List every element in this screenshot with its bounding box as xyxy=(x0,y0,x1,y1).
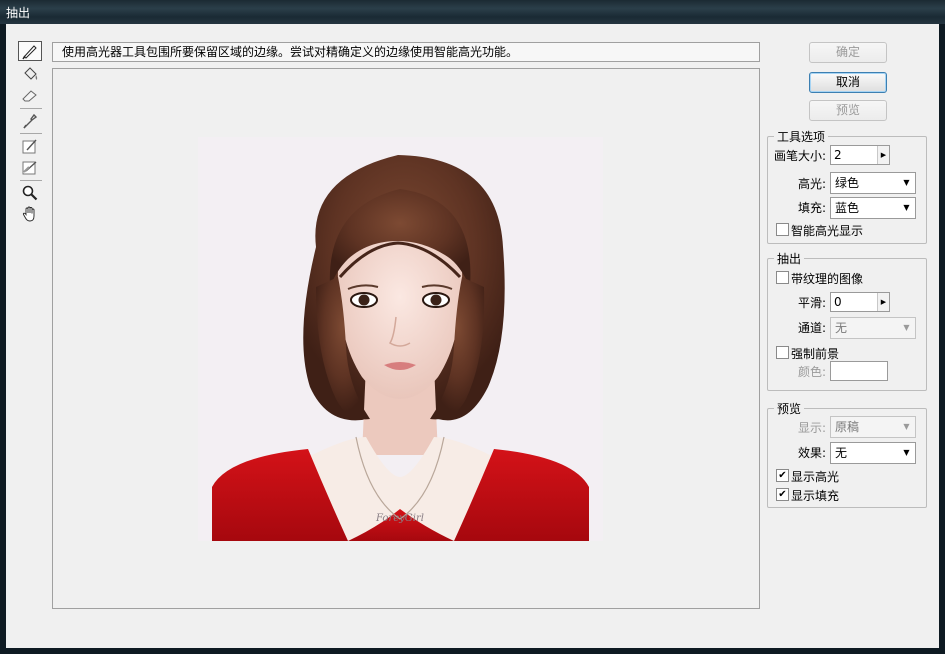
hand-tool[interactable] xyxy=(18,204,42,224)
hand-icon xyxy=(22,206,35,222)
eraser-tool[interactable] xyxy=(18,85,42,105)
preview-canvas[interactable]: ForeyGirl xyxy=(52,68,760,609)
window-title: 抽出 xyxy=(6,6,31,20)
show-fill-label: 显示填充 xyxy=(791,489,840,503)
smooth-label: 平滑: xyxy=(798,296,827,310)
tool-separator xyxy=(20,133,42,134)
show-value: 原稿 xyxy=(835,420,860,434)
fill-label: 填充: xyxy=(798,201,827,215)
effect-value: 无 xyxy=(835,446,848,460)
instruction-text: 使用高光器工具包围所要保留区域的边缘。尝试对精确定义的边缘使用智能高光功能。 xyxy=(52,42,760,62)
edge-highlighter-tool[interactable] xyxy=(18,41,42,61)
force-foreground-label: 强制前景 xyxy=(791,347,840,361)
highlight-label: 高光: xyxy=(798,177,827,191)
cancel-button[interactable]: 取消 xyxy=(809,72,887,93)
fill-tool[interactable] xyxy=(18,64,42,84)
zoom-icon xyxy=(22,185,38,201)
brush-size-label: 画笔大小: xyxy=(774,149,827,163)
cleanup-tool-icon xyxy=(22,139,37,154)
extract-dialog: 抽出 使用高光器工具包围所要保留区域的边缘。尝试对精确定义的边缘使用智能高光功能… xyxy=(0,0,945,654)
brush-size-value: 2 xyxy=(834,148,842,162)
textured-image-checkbox[interactable] xyxy=(776,271,789,284)
fill-select[interactable]: 蓝色 ▼ xyxy=(830,197,916,219)
eyedropper-icon xyxy=(23,113,38,129)
title-bar[interactable]: 抽出 xyxy=(0,0,945,24)
highlight-value: 绿色 xyxy=(835,176,860,190)
smooth-input[interactable]: 0 ▶ xyxy=(830,292,890,312)
smooth-value: 0 xyxy=(834,295,842,309)
eraser-icon xyxy=(22,90,37,102)
tool-options-legend: 工具选项 xyxy=(777,130,826,144)
fill-value: 蓝色 xyxy=(835,201,860,215)
brush-size-input[interactable]: 2 ▶ xyxy=(830,145,890,165)
zoom-tool[interactable] xyxy=(18,183,42,203)
effect-label: 效果: xyxy=(798,446,827,460)
smart-highlight-label: 智能高光显示 xyxy=(791,224,864,238)
chevron-down-icon: ▼ xyxy=(903,323,910,332)
eyedropper-tool[interactable] xyxy=(18,111,42,131)
effect-select[interactable]: 无 ▼ xyxy=(830,442,916,464)
preview-legend: 预览 xyxy=(777,402,802,416)
portrait-image: ForeyGirl xyxy=(198,137,603,541)
color-label: 颜色: xyxy=(798,365,827,379)
necklace-text: ForeyGirl xyxy=(375,513,424,524)
chevron-down-icon: ▼ xyxy=(903,422,910,431)
preview-button[interactable]: 预览 xyxy=(809,100,887,121)
edge-highlighter-icon xyxy=(22,45,37,60)
cleanup-tool[interactable] xyxy=(18,136,42,156)
force-foreground-checkbox[interactable] xyxy=(776,346,789,359)
highlight-select[interactable]: 绿色 ▼ xyxy=(830,172,916,194)
checkmark-icon: ✔ xyxy=(778,470,787,481)
tool-separator xyxy=(20,180,42,181)
dialog-body: 使用高光器工具包围所要保留区域的边缘。尝试对精确定义的边缘使用智能高光功能。 F… xyxy=(6,24,939,648)
show-select[interactable]: 原稿 ▼ xyxy=(830,416,916,438)
show-highlight-label: 显示高光 xyxy=(791,470,840,484)
color-swatch[interactable] xyxy=(830,361,888,381)
chevron-down-icon: ▼ xyxy=(903,178,910,187)
ok-button[interactable]: 确定 xyxy=(809,42,887,63)
show-label: 显示: xyxy=(798,421,827,435)
smart-highlight-checkbox[interactable] xyxy=(776,223,789,236)
show-fill-checkbox[interactable]: ✔ xyxy=(776,488,789,501)
play-arrow-icon[interactable]: ▶ xyxy=(877,146,889,164)
channel-value: 无 xyxy=(835,321,848,335)
chevron-down-icon: ▼ xyxy=(903,203,910,212)
extraction-legend: 抽出 xyxy=(777,252,802,266)
channel-label: 通道: xyxy=(798,321,827,335)
checkmark-icon: ✔ xyxy=(778,489,787,500)
channel-select[interactable]: 无 ▼ xyxy=(830,317,916,339)
chevron-down-icon: ▼ xyxy=(903,448,910,457)
textured-image-label: 带纹理的图像 xyxy=(791,272,864,286)
tool-separator xyxy=(20,108,42,109)
show-highlight-checkbox[interactable]: ✔ xyxy=(776,469,789,482)
play-arrow-icon[interactable]: ▶ xyxy=(877,293,889,311)
fill-bucket-icon xyxy=(24,67,38,80)
portrait-photo: ForeyGirl xyxy=(198,137,603,541)
edge-touchup-tool-icon xyxy=(22,161,37,175)
edge-touchup-tool[interactable] xyxy=(18,157,42,177)
